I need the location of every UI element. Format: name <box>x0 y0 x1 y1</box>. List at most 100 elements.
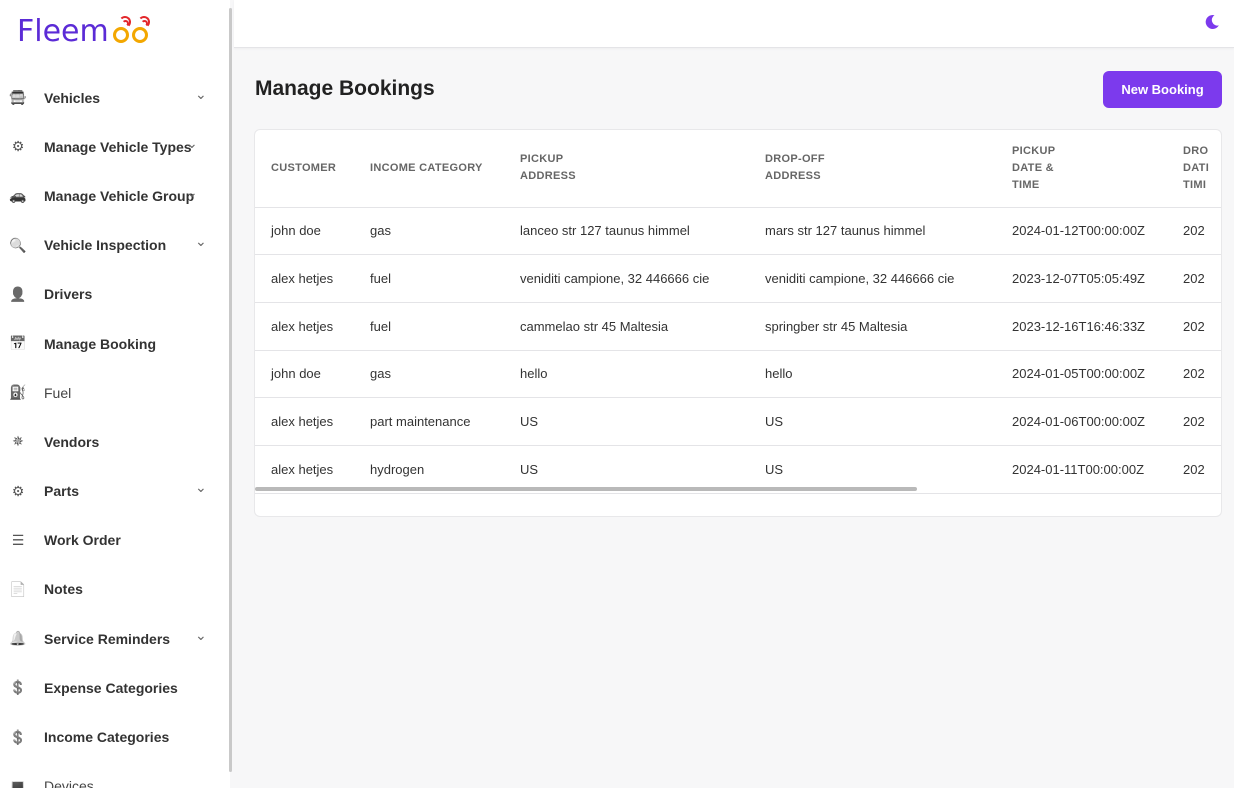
column-header-line: PICKUP <box>520 153 564 166</box>
sidebar-item-notes[interactable]: 📄 Notes <box>0 565 220 614</box>
sidebar-item-service-reminders[interactable]: 🔔 Service Reminders ⌄ <box>0 614 220 663</box>
sidebar-item-vehicle-inspection[interactable]: 🔍 Vehicle Inspection ⌄ <box>0 221 220 270</box>
table-row[interactable]: alex hetjes fuel cammelao str 45 Maltesia s… <box>255 302 1221 351</box>
table-cell: veniditi campione, 32 446666 cie <box>504 254 749 303</box>
table-row[interactable]: alex hetjes fuel veniditi campione, 32 446… <box>255 254 1221 303</box>
sidebar-item-label: Fuel <box>44 384 72 401</box>
chevron-down-icon[interactable]: ⌄ <box>195 86 207 103</box>
sidebar-item-label: Notes <box>44 581 83 598</box>
column-header: INCOME CATEGORY <box>354 130 504 208</box>
table-cell: 2023-12-16T16:46:33Z <box>996 302 1167 351</box>
sidebar-item-devices[interactable]: 💻 Devices <box>0 762 220 788</box>
table-cell: 2023-12-07T05:05:49Z <box>996 254 1167 303</box>
list-icon: ☰ <box>11 531 25 548</box>
table-cell: US <box>504 397 749 446</box>
sidebar-item-fuel[interactable]: ⛽ Fuel <box>0 368 220 417</box>
table-cell: 2024-01-11T00:00:00Z <box>996 445 1167 494</box>
table-cell: alex hetjes <box>255 445 354 494</box>
sidebar-item-vendors[interactable]: ✵ Vendors <box>0 417 220 466</box>
column-header-line: TIME <box>1012 178 1040 191</box>
table-body: john doe gas lanceo str 127 taunus himmel m… <box>255 207 1221 494</box>
table-cell: john doe <box>255 350 354 399</box>
table-cell: 2024-01-06T00:00:00Z <box>996 397 1167 446</box>
sidebar-item-manage-booking[interactable]: 📅 Manage Booking <box>0 319 220 368</box>
sidebar-item-label: Parts <box>44 483 80 500</box>
chevron-down-icon[interactable]: ⌄ <box>195 233 207 250</box>
column-header-line: ADDRESS <box>765 170 821 183</box>
column-header-line: ADDRESS <box>520 170 576 183</box>
column-header-line: DATE & <box>1012 161 1054 174</box>
car-group-icon: 🚗 <box>9 187 27 204</box>
table-cell: gas <box>354 350 504 399</box>
sidebar-item-label: Income Categories <box>44 729 170 746</box>
sidebar-scrollbar[interactable] <box>229 8 232 772</box>
horizontal-scrollbar[interactable] <box>255 487 917 491</box>
chevron-down-icon[interactable]: ⌄ <box>195 479 207 496</box>
column-header: PICKUP DATE & TIME <box>996 130 1167 208</box>
sidebar-item-label: Expense Categories <box>44 679 178 696</box>
sidebar-item-label: Vehicle Inspection <box>44 237 167 254</box>
table-row[interactable]: john doe gas lanceo str 127 taunus himmel m… <box>255 207 1221 256</box>
sidebar-item-manage-vehicle-types[interactable]: ⚙ Manage Vehicle Types ⌄ <box>0 122 220 171</box>
chevron-down-icon[interactable]: ⌄ <box>195 627 207 644</box>
table-cell: hydrogen <box>354 445 504 494</box>
bookings-table: CUSTOMER INCOME CATEGORY PICKUP ADDRESS DROP… <box>255 130 1221 494</box>
column-header-line: DATI <box>1183 161 1210 174</box>
table-cell: 202 <box>1167 445 1221 494</box>
column-header-line: DROP-OFF <box>765 153 825 166</box>
table-row[interactable]: john doe gas hello hello 2024-01-05T00:00:00… <box>255 350 1221 399</box>
sidebar-nav: 🚍 Vehicles ⌄ ⚙ Manage Vehicle Types ⌄ 🚗 Manage … <box>0 73 220 788</box>
driver-icon: 👤 <box>9 285 27 302</box>
table-header-row: CUSTOMER INCOME CATEGORY PICKUP ADDRESS DROP… <box>255 130 1221 208</box>
column-header: DRO DATI TIMI <box>1167 130 1221 208</box>
sidebar-item-vehicles[interactable]: 🚍 Vehicles ⌄ <box>0 73 220 122</box>
column-header-line: DRO <box>1183 144 1209 157</box>
table-cell: part maintenance <box>354 397 504 446</box>
sidebar-item-drivers[interactable]: 👤 Drivers <box>0 270 220 319</box>
chevron-down-icon[interactable]: ⌄ <box>186 135 198 152</box>
device-icon: 💻 <box>9 777 27 788</box>
sidebar-item-work-order[interactable]: ☰ Work Order <box>0 516 220 565</box>
table-cell: springber str 45 Maltesia <box>749 302 996 351</box>
column-header-line: TIMI <box>1183 178 1207 191</box>
sidebar-item-parts[interactable]: ⚙ Parts ⌄ <box>0 467 220 516</box>
table-cell: US <box>749 397 996 446</box>
table-cell: 202 <box>1167 350 1221 399</box>
table-cell: 202 <box>1167 302 1221 351</box>
bookings-table-card: CUSTOMER INCOME CATEGORY PICKUP ADDRESS DROP… <box>254 129 1222 517</box>
logo[interactable]: Fleem <box>17 14 150 54</box>
table-cell: alex hetjes <box>255 302 354 351</box>
table-row[interactable]: alex hetjes hydrogen US US 2024-01-11T00:00:… <box>255 445 1221 494</box>
column-header: PICKUP ADDRESS <box>504 130 749 208</box>
column-header-line: INCOME CATEGORY <box>370 161 483 174</box>
steering-icon: ⚙ <box>11 138 25 155</box>
top-bar <box>234 0 1234 48</box>
table-row[interactable]: alex hetjes part maintenance US US 2024-01-0… <box>255 397 1221 446</box>
table-cell: alex hetjes <box>255 254 354 303</box>
logo-signal-icon-2 <box>130 14 150 43</box>
table-cell: gas <box>354 207 504 256</box>
sidebar-item-manage-vehicle-group[interactable]: 🚗 Manage Vehicle Group ⌄ <box>0 171 220 220</box>
vendor-icon: ✵ <box>12 433 24 450</box>
sidebar-item-label: Vehicles <box>44 89 101 106</box>
chevron-down-icon[interactable]: ⌄ <box>186 184 198 201</box>
sidebar-item-income-categories[interactable]: 💲 Income Categories <box>0 712 220 761</box>
sidebar-item-label: Devices <box>44 778 94 788</box>
sidebar-item-label: Manage Vehicle Types <box>44 138 192 155</box>
table-cell: hello <box>504 350 749 399</box>
table-cell: US <box>749 445 996 494</box>
sidebar: Fleem 🚍 Vehicles ⌄ ⚙ Manage Vehicle Types ⌄ 🚗 M… <box>0 0 230 788</box>
logo-text: Fleem <box>17 14 109 49</box>
new-booking-button[interactable]: New Booking <box>1103 71 1222 108</box>
logo-signal-icon <box>111 14 131 43</box>
expense-icon: 💲 <box>9 679 27 696</box>
table-cell: alex hetjes <box>255 397 354 446</box>
sidebar-item-expense-categories[interactable]: 💲 Expense Categories <box>0 663 220 712</box>
page-title: Manage Bookings <box>255 77 435 100</box>
vehicle-icon: 🚍 <box>9 89 27 106</box>
sidebar-item-label: Drivers <box>44 286 93 303</box>
sidebar-item-label: Work Order <box>44 532 121 549</box>
calendar-icon: 📅 <box>9 335 27 352</box>
table-cell: 202 <box>1167 207 1221 256</box>
moon-icon[interactable] <box>1204 14 1220 30</box>
